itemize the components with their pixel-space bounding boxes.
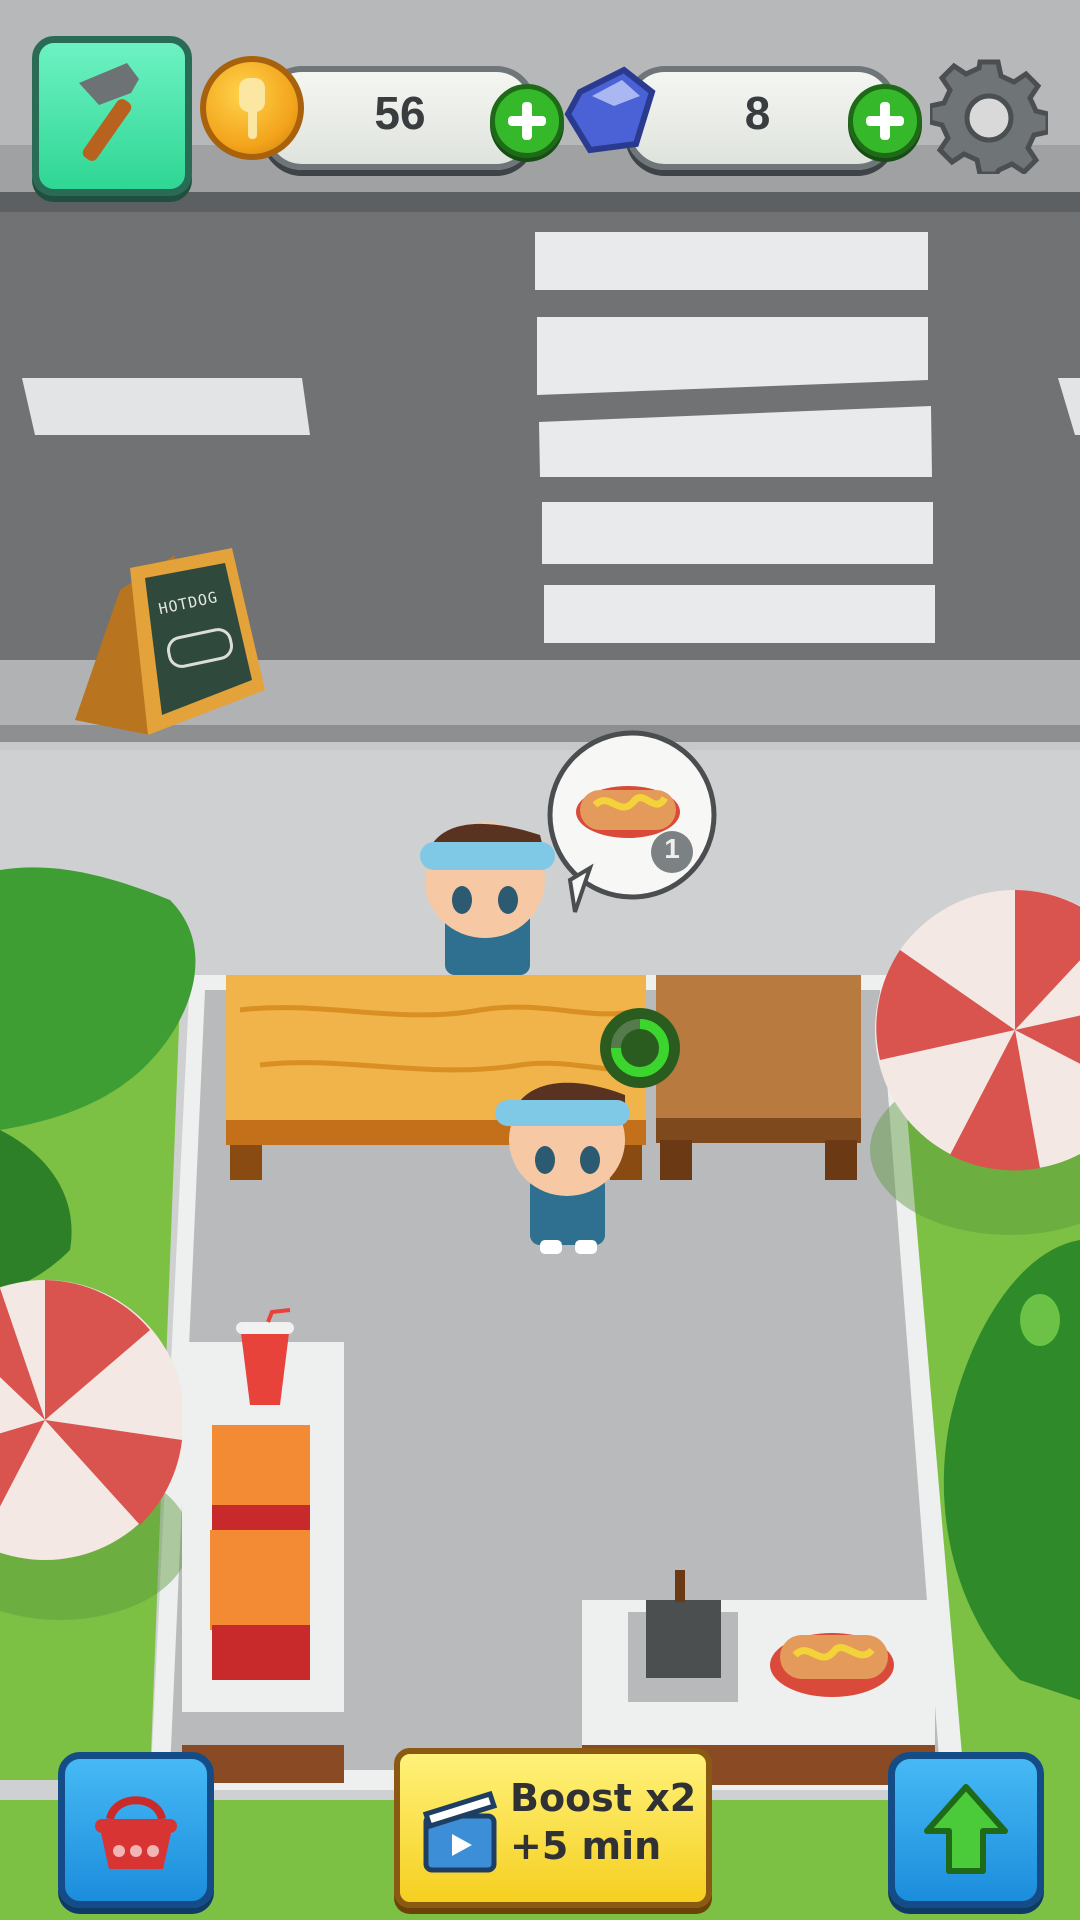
gem-value: 8 bbox=[744, 87, 771, 139]
add-gems-button[interactable] bbox=[848, 84, 922, 158]
shop-button[interactable] bbox=[58, 1752, 214, 1908]
up-arrow-icon bbox=[924, 1784, 1008, 1874]
upgrade-button[interactable] bbox=[888, 1752, 1044, 1908]
add-coins-button[interactable] bbox=[490, 84, 564, 158]
video-clapper-icon bbox=[422, 1790, 498, 1873]
gear-icon bbox=[927, 59, 1051, 177]
basket-icon bbox=[95, 1796, 177, 1869]
drink-station bbox=[182, 1308, 344, 1783]
coin-spatula-icon bbox=[200, 56, 304, 160]
cooking-progress-ring bbox=[600, 1008, 680, 1088]
boost-multiplier-label: Boost x2 bbox=[510, 1776, 697, 1820]
settings-button[interactable] bbox=[927, 56, 1051, 177]
boost-button[interactable]: Boost x2 +5 min bbox=[394, 1748, 712, 1908]
blue-gem-icon bbox=[562, 62, 658, 158]
coin-value: 56 bbox=[374, 87, 426, 139]
hammer-icon bbox=[79, 63, 139, 161]
order-quantity: 1 bbox=[664, 833, 680, 864]
road-marking bbox=[22, 378, 310, 435]
build-button[interactable] bbox=[32, 36, 192, 196]
game-scene bbox=[0, 0, 1080, 1920]
boost-duration-label: +5 min bbox=[510, 1824, 662, 1868]
